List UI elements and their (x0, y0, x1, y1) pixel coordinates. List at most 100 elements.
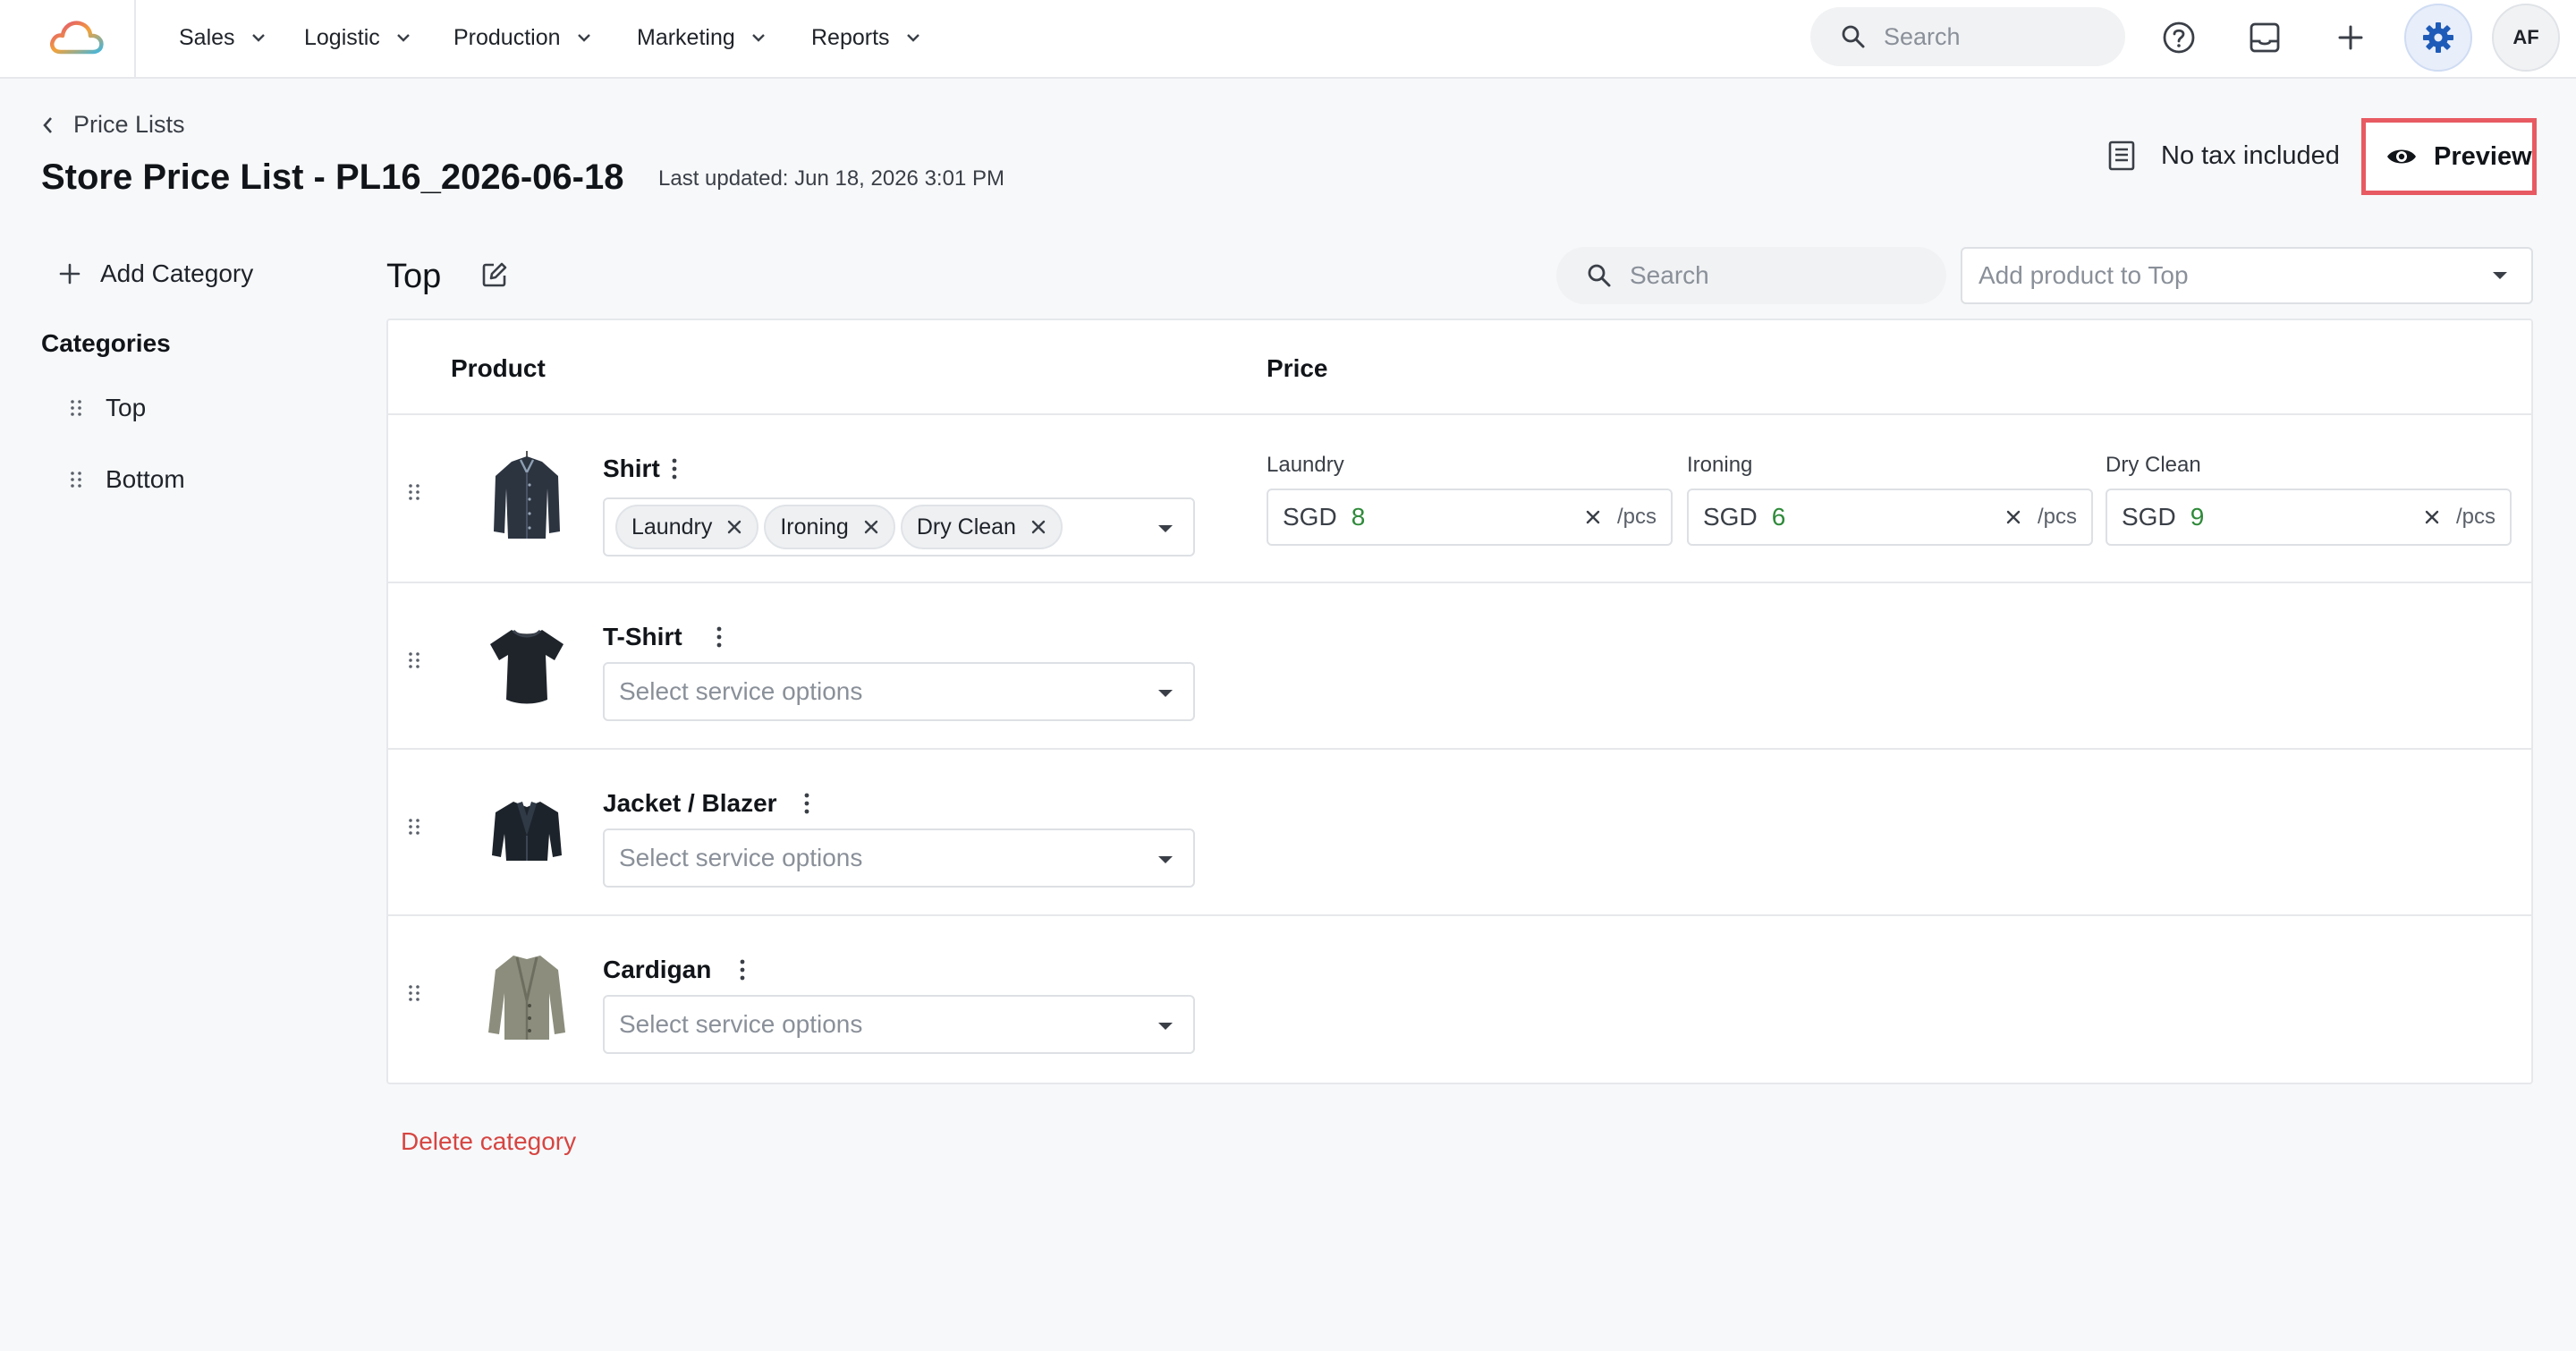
receipt-icon (2108, 140, 2135, 171)
caret-down-icon (1158, 1023, 1173, 1030)
service-chip: Laundry (615, 505, 759, 549)
add-product-select[interactable]: Add product to Top (1961, 247, 2533, 304)
edit-category-button[interactable] (481, 261, 508, 288)
edit-icon (482, 262, 507, 287)
preview-button[interactable]: Preview (2361, 118, 2537, 195)
delete-category-button[interactable]: Delete category (401, 1127, 576, 1156)
price-label-laundry: Laundry (1267, 453, 1344, 477)
product-name: Shirt (603, 455, 660, 482)
price-label-dry-clean: Dry Clean (2106, 453, 2201, 477)
product-menu-button[interactable] (716, 626, 723, 648)
nav-production-label: Production (453, 24, 561, 50)
service-options-select[interactable]: Select service options (603, 995, 1195, 1054)
tax-label: No tax included (2161, 140, 2340, 170)
unit-label: /pcs (1616, 505, 1657, 529)
gear-icon (2423, 22, 2453, 53)
chevron-left-icon (43, 116, 52, 133)
cloud-logo-icon (50, 21, 104, 55)
chevron-down-icon (251, 34, 265, 42)
close-icon[interactable] (1585, 509, 1601, 525)
plus-icon (59, 263, 80, 285)
service-placeholder: Select service options (619, 677, 863, 705)
product-menu-button[interactable] (803, 793, 810, 814)
kebab-menu-icon (804, 793, 809, 814)
caret-down-icon (1158, 690, 1173, 697)
nav-reports[interactable]: Reports (811, 20, 920, 55)
category-title: Top (386, 258, 442, 295)
price-value[interactable]: 8 (1352, 503, 1585, 531)
caret-down-icon (1158, 525, 1173, 532)
price-label-ironing: Ironing (1687, 453, 1753, 477)
service-options-select[interactable]: Select service options (603, 662, 1195, 721)
settings-button[interactable] (2404, 4, 2472, 72)
add-category-label: Add Category (100, 259, 254, 287)
drag-handle-icon (409, 652, 419, 668)
nav-marketing-label: Marketing (637, 24, 735, 50)
price-input-dry-clean[interactable]: SGD 9 /pcs (2106, 489, 2512, 546)
app-logo[interactable] (0, 0, 136, 77)
nav-production[interactable]: Production (453, 20, 591, 55)
close-icon[interactable] (1030, 519, 1046, 535)
add-button[interactable] (2326, 13, 2376, 63)
close-icon[interactable] (2005, 509, 2021, 525)
caret-down-icon (1158, 856, 1173, 863)
chevron-down-icon (751, 34, 765, 42)
product-search[interactable] (1556, 247, 1946, 304)
row-drag-handle[interactable] (408, 818, 420, 836)
avatar-initials: AF (2512, 26, 2539, 48)
row-drag-handle[interactable] (408, 651, 420, 669)
product-search-input[interactable] (1630, 261, 1916, 290)
service-options-select[interactable]: Select service options (603, 828, 1195, 888)
inbox-button[interactable] (2240, 13, 2290, 63)
caret-down-icon (2493, 272, 2507, 279)
category-item-bottom[interactable]: Bottom (70, 465, 185, 494)
cardigan-image (488, 956, 565, 1040)
drag-handle-icon (409, 819, 419, 835)
help-circle-icon (2163, 21, 2195, 54)
drag-handle-icon (71, 400, 81, 416)
category-item-top[interactable]: Top (70, 394, 146, 422)
price-value[interactable]: 6 (1772, 503, 2005, 531)
price-value[interactable]: 9 (2190, 503, 2424, 531)
currency-label: SGD (1283, 503, 1337, 531)
back-to-price-lists[interactable]: Price Lists (41, 111, 185, 139)
global-search[interactable] (1810, 7, 2125, 66)
nav-reports-label: Reports (811, 24, 890, 50)
drag-handle-icon (71, 472, 81, 488)
close-icon[interactable] (726, 519, 742, 535)
product-menu-button[interactable] (671, 458, 678, 480)
nav-sales[interactable]: Sales (179, 20, 266, 55)
price-input-ironing[interactable]: SGD 6 /pcs (1687, 489, 2093, 546)
product-menu-button[interactable] (739, 959, 746, 981)
user-avatar[interactable]: AF (2492, 4, 2560, 72)
global-search-input[interactable] (1884, 22, 2098, 51)
eye-icon (2387, 149, 2416, 164)
chevron-down-icon (396, 34, 410, 42)
page-title: Store Price List - PL16_2026-06-18 (41, 157, 624, 197)
tax-setting[interactable]: No tax included (2107, 140, 2340, 172)
category-label: Bottom (106, 465, 185, 493)
drag-handle-icon (409, 985, 419, 1001)
product-name: T-Shirt (603, 623, 682, 650)
row-drag-handle[interactable] (408, 984, 420, 1002)
close-icon[interactable] (2424, 509, 2440, 525)
add-product-placeholder: Add product to Top (1979, 261, 2189, 289)
row-drag-handle[interactable] (408, 483, 420, 501)
add-category-button[interactable]: Add Category (59, 259, 253, 288)
service-chip: Dry Clean (900, 505, 1063, 549)
service-chip-label: Ironing (780, 514, 849, 540)
nav-sales-label: Sales (179, 24, 235, 50)
back-link-label: Price Lists (73, 111, 185, 138)
kebab-menu-icon (740, 959, 745, 981)
unit-label: /pcs (2037, 505, 2077, 529)
table-row-t-shirt: T-Shirt Select service options (388, 582, 2531, 748)
nav-logistic-label: Logistic (304, 24, 380, 50)
nav-logistic[interactable]: Logistic (304, 20, 411, 55)
help-button[interactable] (2154, 13, 2204, 63)
service-placeholder: Select service options (619, 1010, 863, 1038)
nav-marketing[interactable]: Marketing (637, 20, 766, 55)
service-chip: Ironing (764, 505, 895, 549)
close-icon[interactable] (863, 519, 879, 535)
service-options-select[interactable]: Laundry Ironing Dry Clean (603, 497, 1195, 557)
price-input-laundry[interactable]: SGD 8 /pcs (1267, 489, 1673, 546)
